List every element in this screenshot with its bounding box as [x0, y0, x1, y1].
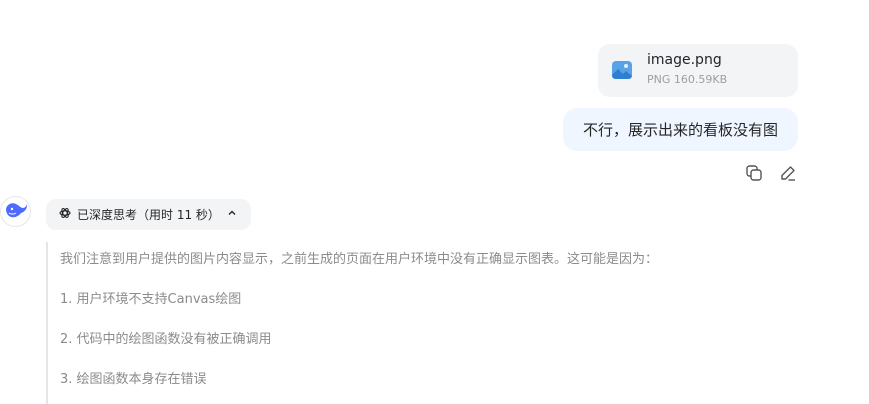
think-line: 3. 绘图函数本身存在错误: [60, 372, 207, 387]
assistant-avatar: [0, 196, 31, 227]
think-line: 1. 用户环境不支持Canvas绘图: [60, 292, 242, 307]
deepseek-whale-icon: [4, 200, 28, 224]
deep-think-toggle[interactable]: 已深度思考（用时 11 秒）: [46, 199, 251, 230]
attachment-file-name: image.png: [647, 52, 722, 68]
chevron-up-icon: [226, 207, 238, 222]
user-message-bubble: 不行，展示出来的看板没有图: [562, 108, 798, 151]
deep-think-content: 我们注意到用户提供的图片内容显示，之前生成的页面在用户环境中没有正确显示图表。这…: [46, 242, 826, 404]
chat-page: image.png PNG 160.59KB 不行，展示出来的看板没有图 已深度…: [0, 0, 869, 404]
edit-icon[interactable]: [778, 163, 798, 183]
user-message-text: 不行，展示出来的看板没有图: [582, 121, 778, 139]
attachment-file-meta: PNG 160.59KB: [647, 73, 728, 86]
image-file-icon: [612, 60, 632, 80]
user-message-actions: [744, 163, 798, 183]
deep-think-label: 已深度思考（用时 11 秒）: [77, 208, 220, 222]
think-line: 我们注意到用户提供的图片内容显示，之前生成的页面在用户环境中没有正确显示图表。这…: [60, 252, 659, 267]
attachment-card[interactable]: image.png PNG 160.59KB: [598, 44, 798, 97]
deep-think-icon: [59, 207, 71, 222]
copy-icon[interactable]: [744, 163, 764, 183]
think-line: 2. 代码中的绘图函数没有被正确调用: [60, 332, 272, 347]
